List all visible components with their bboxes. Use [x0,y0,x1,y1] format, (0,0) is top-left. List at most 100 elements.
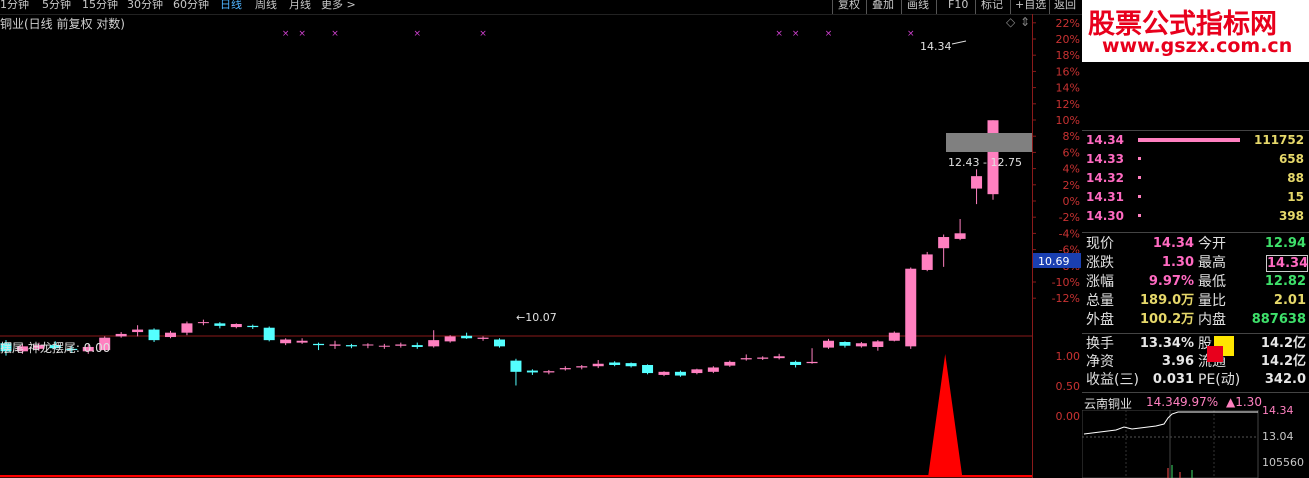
candle-body [938,237,950,249]
candle-body [674,371,686,376]
stat-value: 189.0万 [1140,293,1195,308]
stat-label: 最低 [1198,274,1226,290]
toolbar-divider [1010,0,1011,14]
last-close-label: 10.69 [1038,255,1070,268]
stat-value: 342.0 [1264,372,1306,387]
high-price-label: 14.34 [920,40,952,53]
signal-marker: × [825,29,833,39]
mini-axis-high: 14.34 [1262,404,1294,417]
axis-label: -10% [1052,276,1080,289]
low-price-label: ←10.07 [516,311,557,324]
tab-30min[interactable]: 30分钟 [127,0,163,12]
candle-body [658,371,670,375]
candle-body [378,345,390,347]
candle-body [543,371,555,373]
axis-label: -2% [1059,211,1080,224]
tab-more[interactable]: 更多 > [321,0,356,12]
stat-label: 量比 [1198,293,1226,309]
toolbar-divider [1049,0,1050,14]
stat-value: 2.01 [1273,293,1306,308]
add-favorite-button[interactable]: +自选 [1015,0,1046,12]
tab-60min[interactable]: 60分钟 [173,0,209,12]
candle-body [214,323,226,326]
bid-volume: 658 [1278,152,1304,166]
restore-rights-button[interactable]: 复权 [838,0,860,12]
candle-body [197,322,209,324]
candle-body [461,335,473,339]
stat-label: 最高 [1198,255,1226,271]
candle-body [707,367,719,372]
tab-daily[interactable]: 日线 [220,0,242,12]
candle-body [132,329,144,333]
bid-price: 14.30 [1086,209,1124,223]
stat-value: 14.2亿 [1260,354,1306,369]
range-label: 12.43 - 12.75 [948,156,1022,169]
candle-body [691,369,703,374]
candle-body [740,358,752,360]
candle-body [494,339,505,347]
tab-weekly[interactable]: 周线 [255,0,277,12]
stat-label: 现价 [1086,236,1114,252]
divider [1082,333,1309,334]
stat-label: 今开 [1198,236,1226,252]
stat-value: 0.031 [1152,372,1194,387]
indicator-spike [928,354,963,476]
mini-axis-volume: 105560 [1262,456,1304,469]
bid-price: 14.33 [1086,152,1124,166]
divider [1082,232,1309,233]
candle-body [510,360,522,372]
candle-body [477,337,489,339]
signal-marker: × [792,29,800,39]
tab-15min[interactable]: 15分钟 [82,0,118,12]
overlay-button[interactable]: 叠加 [872,0,894,12]
candle-body [428,340,440,347]
divider [1082,130,1309,131]
kline-chart[interactable]: 26%24%22%20%18%16%14%12%10%8%6%4%2%0%-2%… [0,14,1082,478]
candle-body [230,323,242,328]
toolbar-divider [901,0,902,14]
candle-body [625,363,637,367]
axis-label: 10% [1056,114,1080,127]
draw-line-button[interactable]: 画线 [907,0,929,12]
stat-value: 13.34% [1139,336,1194,351]
axis-label: 12% [1056,98,1080,111]
candle-body [165,332,176,338]
indicator-axis-label: 0.50 [1056,380,1081,393]
stat-label: 涨幅 [1086,274,1114,290]
toolbar-divider [832,0,833,14]
stat-label: 净资 [1086,354,1114,370]
volume-bar [1138,157,1141,160]
logo-url: www.gszx.com.cn [1102,35,1293,57]
tab-1min[interactable]: 1分钟 [0,0,29,12]
axis-label: 2% [1063,179,1080,192]
bid-price: 14.34 [1086,133,1124,147]
watermark-logo: 股票公式指标网 www.gszx.com.cn [1082,0,1309,62]
tab-5min[interactable]: 5分钟 [42,0,71,12]
mini-price: 14.34 [1146,395,1181,409]
stat-label: 内盘 [1198,312,1226,328]
tab-monthly[interactable]: 月线 [289,0,311,12]
f10-button[interactable]: F10 [948,0,968,12]
bid-volume: 111752 [1254,133,1305,147]
stat-value: 12.94 [1264,236,1306,251]
candle-body [855,343,867,347]
stat-value: 3.96 [1161,354,1194,369]
candle-body [806,361,818,364]
stat-value: 12.82 [1264,274,1306,289]
candle-body [954,233,966,239]
bid-volume: 15 [1287,190,1304,204]
mini-change: ▲1.30 [1226,395,1262,409]
mark-button[interactable]: 标记 [981,0,1003,12]
bid-volume: 88 [1287,171,1304,185]
toolbar-divider [936,0,937,14]
axis-label: 4% [1063,163,1080,176]
indicator-title: 摆尾 神龙摆尾: 0.00 [0,341,111,355]
volume-bar [1138,138,1240,142]
axis-label: -4% [1059,227,1080,240]
stat-value: 100.2万 [1140,312,1195,327]
signal-marker: × [413,29,421,39]
bid-volume: 398 [1278,209,1304,223]
back-button[interactable]: 返回 [1054,0,1076,12]
candle-body [247,325,259,328]
axis-label: 0% [1063,195,1080,208]
